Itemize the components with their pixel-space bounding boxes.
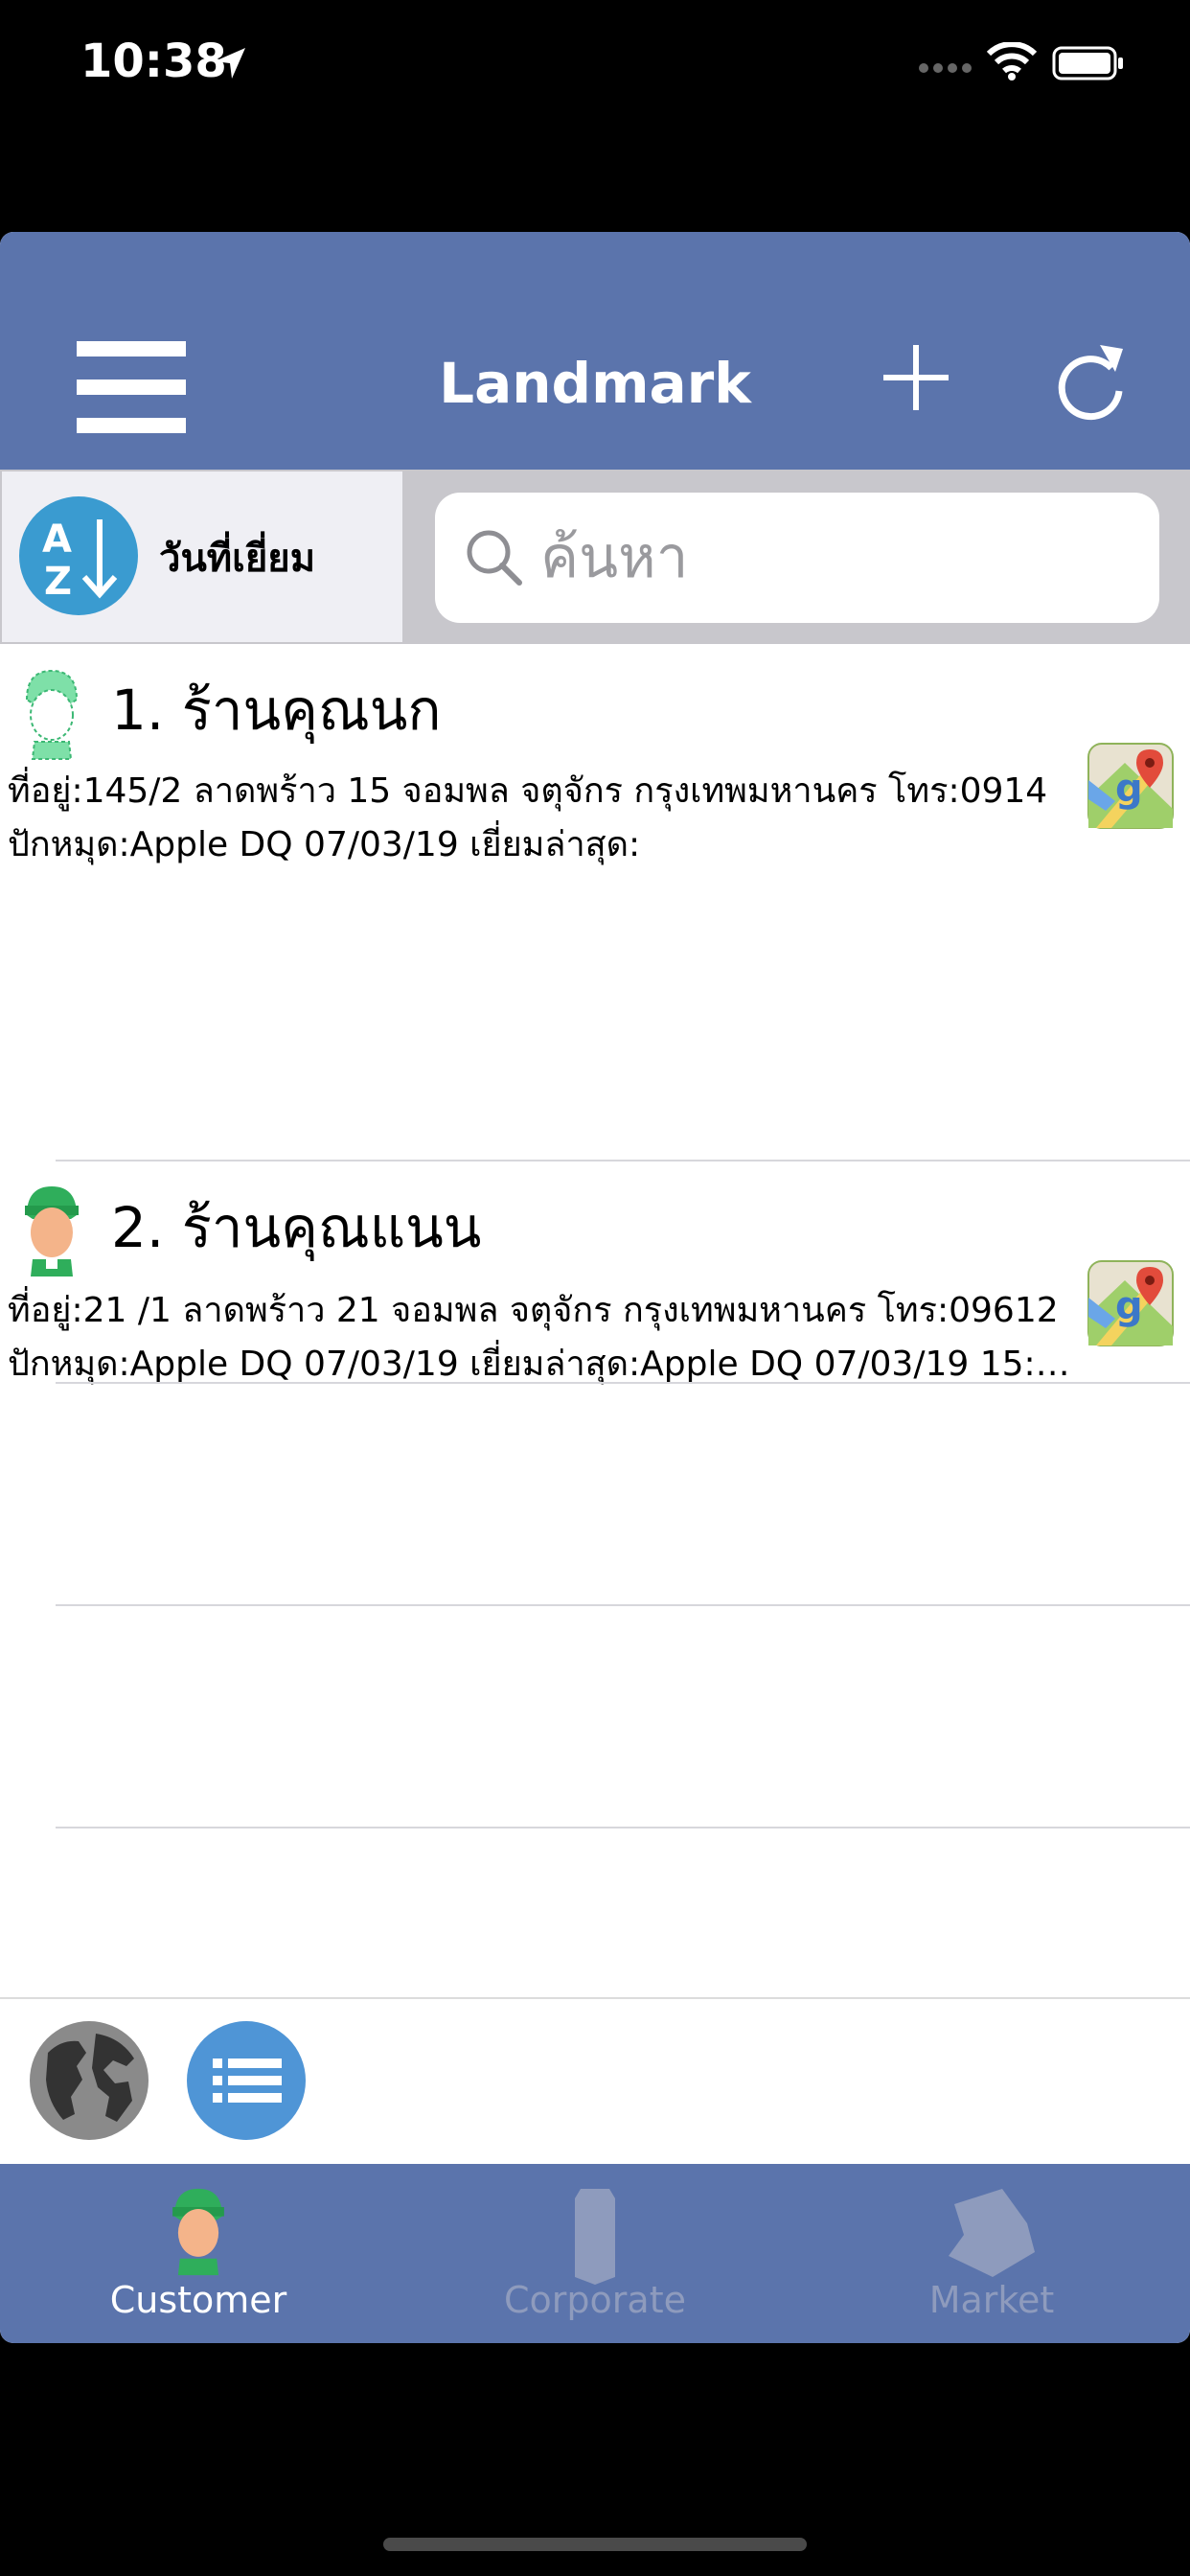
list-separator [56,1604,1190,1606]
svg-text:A: A [42,518,72,562]
svg-text:g: g [1115,767,1143,811]
search-input[interactable] [540,508,1134,608]
customer-pin-info: ปักหมุด:Apple DQ 07/03/19 เยี่ยมล่าสุด: [8,825,641,864]
sort-label: วันที่เยี่ยม [159,537,316,581]
add-icon[interactable] [883,345,949,414]
customer-list: 1. ร้านคุณนก ที่อยู่:145/2 ลาดพร้าว 15 จ… [0,648,1190,1999]
page-title: Landmark [439,351,751,416]
bottom-controls [0,1997,1190,2166]
customer-address: ที่อยู่:145/2 ลาดพร้าว 15 จอมพล จตุจักร … [8,771,1048,811]
tab-label: Corporate [504,2279,686,2321]
battery-icon [1052,46,1125,84]
search-box[interactable] [435,493,1159,623]
tab-label: Market [928,2279,1055,2321]
list-separator [56,1382,1190,1384]
svg-text:Z: Z [44,560,72,604]
sort-az-icon: A Z [17,494,140,621]
list-view-icon[interactable] [186,2020,307,2145]
customer-address: ที่อยู่:21 /1 ลาดพร้าว 21 จอมพล จตุจักร … [8,1291,1059,1330]
wifi-icon [986,41,1038,84]
tab-bar: Customer Corporate Market [0,2164,1190,2343]
navigation-bar: Landmark [0,232,1190,470]
market-icon [935,2185,1041,2285]
customer-tab-icon [165,2185,232,2281]
customer-avatar-icon [17,1183,86,1282]
tab-corporate[interactable]: Corporate [397,2164,793,2343]
refresh-icon[interactable] [1056,341,1129,426]
home-indicator [383,2538,807,2551]
tab-customer[interactable]: Customer [0,2164,397,2343]
list-item[interactable]: 1. ร้านคุณนก ที่อยู่:145/2 ลาดพร้าว 15 จ… [0,648,1190,926]
svg-text:g: g [1115,1284,1143,1328]
app-panel: Landmark A Z วันที่เยี่ยม ค้นหา 1. ร้านค… [0,232,1190,2343]
tab-market[interactable]: Market [793,2164,1190,2343]
building-icon [561,2185,629,2288]
customer-avatar-icon [17,665,86,765]
list-separator [56,1827,1190,1828]
customer-name: 1. ร้านคุณนก [111,678,442,743]
location-arrow-icon [213,46,247,84]
sort-button[interactable]: A Z วันที่เยี่ยม [2,472,402,642]
google-maps-icon[interactable]: g [1087,1259,1175,1351]
sort-search-row: A Z วันที่เยี่ยม [0,470,1190,644]
list-item[interactable]: 2. ร้านคุณแนน ที่อยู่:21 /1 ลาดพร้าว 21 … [0,1160,1190,1438]
search-icon [464,527,525,592]
tab-label: Customer [109,2279,287,2321]
globe-icon[interactable] [29,2020,149,2145]
status-time: 10:38 [80,34,227,88]
signal-icon [918,59,975,78]
customer-name: 2. ร้านคุณแนน [111,1195,482,1260]
google-maps-icon[interactable]: g [1087,742,1175,834]
